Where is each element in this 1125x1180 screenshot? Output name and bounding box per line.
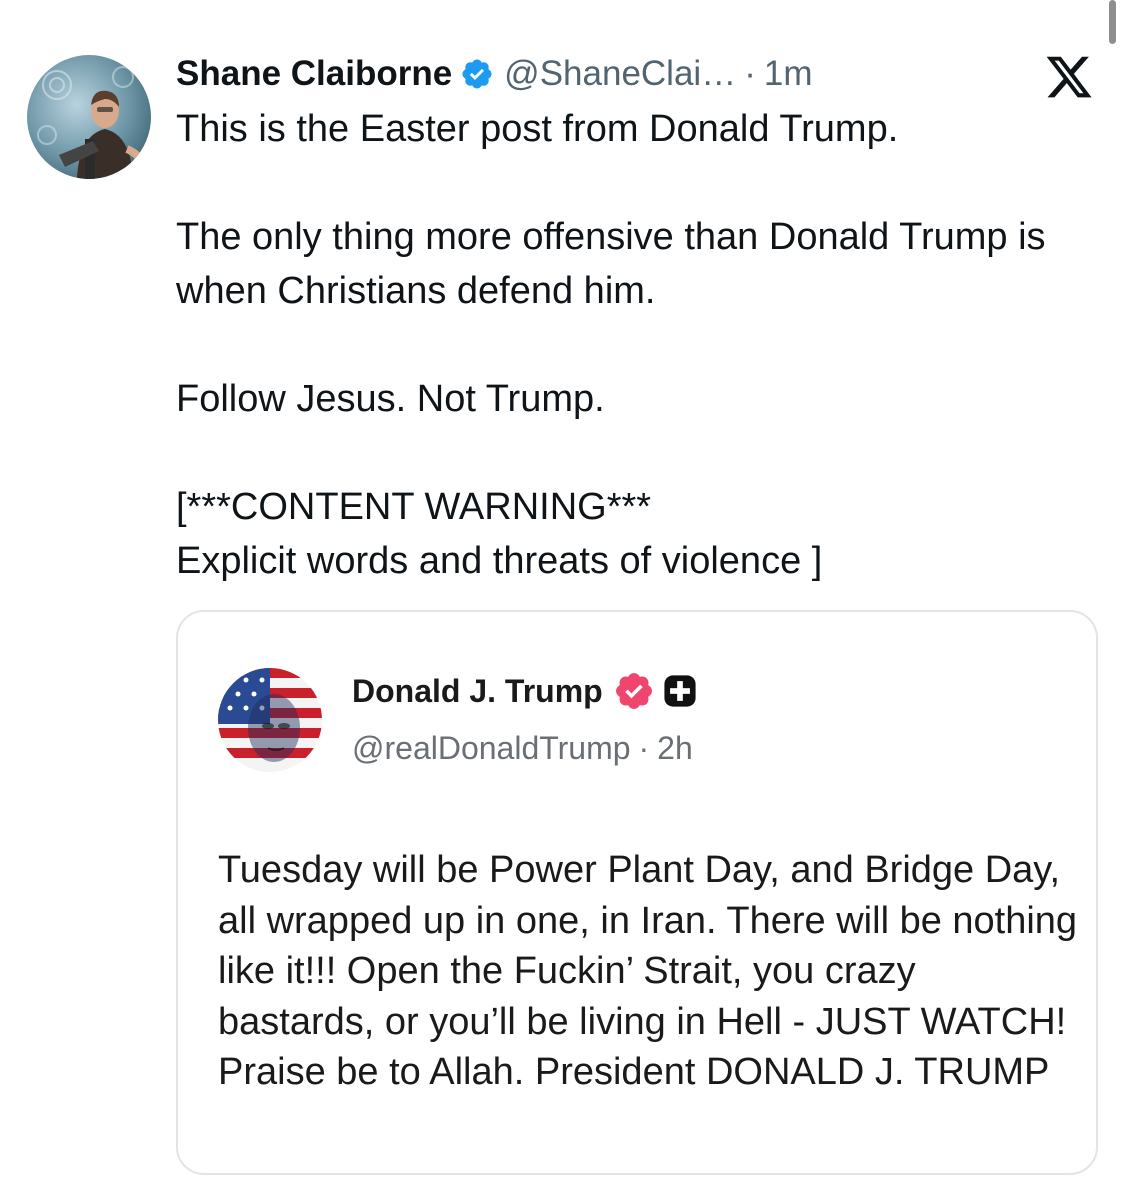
quoted-post-text: Tuesday will be Power Plant Day, and Bri… xyxy=(218,845,1078,1098)
quoted-separator: · xyxy=(638,730,650,766)
quoted-meta: @realDonaldTrump · 2h xyxy=(352,730,693,767)
x-logo-icon[interactable] xyxy=(1044,52,1094,102)
author-handle[interactable]: @ShaneClai… xyxy=(504,54,736,94)
quoted-time[interactable]: 2h xyxy=(657,730,693,766)
tweet-paragraph: This is the Easter post from Donald Trum… xyxy=(176,108,899,150)
scrollbar[interactable] xyxy=(1109,0,1116,44)
tweet-text: This is the Easter post from Donald Trum… xyxy=(176,102,1076,588)
author-name[interactable]: Shane Claiborne xyxy=(176,54,452,94)
author-avatar[interactable] xyxy=(27,55,151,179)
quoted-handle[interactable]: @realDonaldTrump xyxy=(352,730,631,766)
tweet-paragraph: Follow Jesus. Not Trump. xyxy=(176,378,605,420)
quoted-header: Donald J. Trump xyxy=(352,668,697,714)
quoted-author-avatar[interactable] xyxy=(218,668,322,772)
quoted-post-card[interactable]: Donald J. Trump @realDonaldTrump · 2h Tues… xyxy=(176,610,1098,1175)
verified-badge-icon xyxy=(613,670,655,712)
quoted-author-name[interactable]: Donald J. Trump xyxy=(352,673,603,710)
post-time[interactable]: 1m xyxy=(764,54,813,94)
plus-square-icon xyxy=(663,674,697,708)
tweet-paragraph: The only thing more offensive than Donal… xyxy=(176,216,1046,312)
tweet-paragraph: [***CONTENT WARNING*** Explicit words an… xyxy=(176,486,823,582)
quoted-post-paragraph: Tuesday will be Power Plant Day, and Bri… xyxy=(218,849,1078,1093)
header-separator: · xyxy=(744,54,756,93)
tweet-header: Shane Claiborne @ShaneClai… · 1m xyxy=(176,50,812,98)
verified-badge-icon xyxy=(460,57,494,91)
